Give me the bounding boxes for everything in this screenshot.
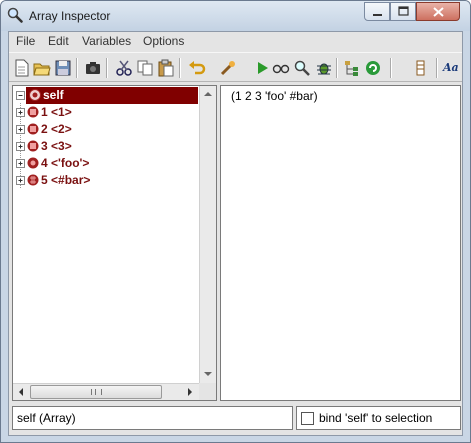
expand-icon[interactable]	[16, 125, 25, 134]
object-icon	[29, 89, 41, 101]
maximize-button[interactable]	[390, 2, 416, 21]
scroll-thumb[interactable]	[30, 385, 162, 399]
tree-item[interactable]: 5 <#bar>	[13, 172, 216, 189]
tree-icon[interactable]	[343, 59, 361, 77]
open-folder-icon[interactable]	[33, 59, 51, 77]
horizontal-scrollbar[interactable]	[13, 383, 199, 400]
integer-icon	[27, 106, 39, 118]
bind-option[interactable]: bind 'self' to selection	[296, 406, 461, 430]
value-text[interactable]: (1 2 3 'foo' #bar)	[231, 89, 318, 103]
tree-label: 1 <1>	[41, 105, 72, 119]
menu-variables[interactable]: Variables	[82, 34, 131, 48]
menu-bar: File Edit Variables Options	[9, 32, 462, 52]
scrollbar-corner	[199, 383, 216, 400]
tree-item[interactable]: 3 <3>	[13, 138, 216, 155]
integer-icon	[27, 123, 39, 135]
bind-self-label[interactable]: bind 'self' to selection	[319, 411, 432, 425]
expand-icon[interactable]	[16, 108, 25, 117]
tree-label-self: self	[43, 88, 64, 102]
camera-icon[interactable]	[84, 59, 102, 77]
search-icon[interactable]	[293, 59, 311, 77]
client-area: File Edit Variables Options Aa self 1 <1…	[8, 31, 463, 436]
refresh-icon[interactable]	[364, 59, 382, 77]
menu-file[interactable]: File	[16, 34, 35, 48]
status-field: self (Array)	[12, 406, 293, 430]
tree-label: 3 <3>	[41, 139, 72, 153]
status-text: self (Array)	[17, 411, 76, 425]
toolbar-separator	[390, 58, 392, 78]
tree-label: 5 <#bar>	[41, 173, 91, 187]
undo-icon[interactable]	[188, 59, 206, 77]
toolbar-separator	[336, 58, 338, 78]
font-icon[interactable]: Aa	[443, 61, 461, 79]
toolbar-separator	[106, 58, 108, 78]
new-file-icon[interactable]	[13, 59, 31, 77]
title-bar[interactable]: Array Inspector	[1, 1, 470, 31]
scroll-right-icon[interactable]	[182, 384, 198, 400]
expand-icon[interactable]	[16, 159, 25, 168]
tree-item[interactable]: 4 <'foo'>	[13, 155, 216, 172]
run-icon[interactable]	[253, 59, 271, 77]
value-pane[interactable]: (1 2 3 'foo' #bar)	[220, 85, 461, 401]
tree-pane[interactable]: self 1 <1> 2 <2> 3 <3> 4 <'foo'> 5 <#bar…	[12, 85, 217, 401]
copy-icon[interactable]	[136, 59, 154, 77]
bug-icon[interactable]	[315, 59, 333, 77]
toolbar-separator	[179, 58, 181, 78]
cut-icon[interactable]	[115, 59, 133, 77]
symbol-icon	[27, 174, 39, 186]
grip-icon	[91, 389, 102, 395]
scroll-left-icon[interactable]	[13, 384, 29, 400]
inspect-wand-icon[interactable]	[219, 59, 237, 77]
string-icon	[27, 157, 39, 169]
app-window: Array Inspector File Edit Variables Opti…	[0, 0, 471, 443]
tree-item[interactable]: 1 <1>	[13, 104, 216, 121]
scroll-down-icon[interactable]	[200, 366, 216, 382]
collapse-icon[interactable]	[16, 91, 25, 100]
tree-item-self[interactable]: self	[13, 87, 216, 104]
glasses-icon[interactable]	[272, 59, 290, 77]
menu-options[interactable]: Options	[143, 34, 184, 48]
close-button[interactable]	[416, 2, 460, 21]
toolbar: Aa	[9, 52, 462, 82]
tree-item[interactable]: 2 <2>	[13, 121, 216, 138]
menu-edit[interactable]: Edit	[48, 34, 69, 48]
minimize-button[interactable]	[364, 2, 390, 21]
expand-icon[interactable]	[16, 142, 25, 151]
toolbar-separator	[436, 58, 438, 78]
toolbar-separator	[76, 58, 78, 78]
magnifier-icon	[7, 7, 23, 23]
expand-icon[interactable]	[16, 176, 25, 185]
vertical-scrollbar[interactable]	[199, 86, 216, 383]
paste-icon[interactable]	[157, 59, 175, 77]
columns-icon[interactable]	[412, 59, 430, 77]
bind-self-checkbox[interactable]	[301, 412, 314, 425]
save-icon[interactable]	[54, 59, 72, 77]
scroll-up-icon[interactable]	[200, 86, 216, 102]
tree-label: 4 <'foo'>	[41, 156, 90, 170]
tree-label: 2 <2>	[41, 122, 72, 136]
window-title: Array Inspector	[29, 9, 111, 23]
integer-icon	[27, 140, 39, 152]
